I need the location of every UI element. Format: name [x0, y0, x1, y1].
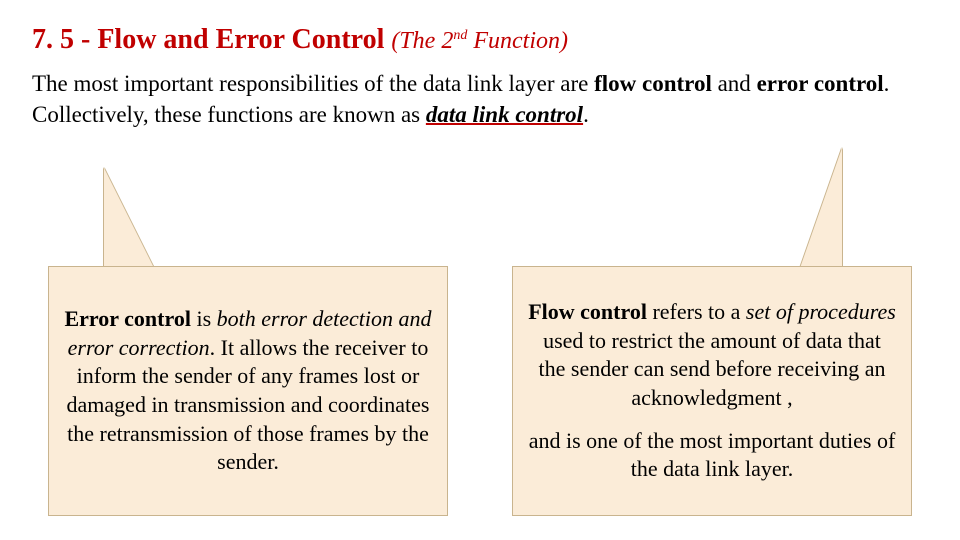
flow-callout: Flow control refers to a set of procedur…: [512, 266, 912, 516]
intro-text-4: .: [583, 102, 589, 127]
subtitle-post: Function): [467, 28, 568, 54]
title-number: 7. 5 -: [32, 24, 90, 55]
title-text: Flow and Error Control: [97, 24, 384, 55]
intro-paragraph: The most important responsibilities of t…: [32, 68, 928, 130]
flow-text-2: and is one of the most important duties …: [527, 427, 897, 484]
flow-t2: used to restrict the amount of data that…: [539, 328, 886, 410]
intro-text-2: and: [712, 71, 757, 96]
subtitle-pre: (The 2: [391, 28, 453, 54]
error-t1: is: [191, 306, 217, 331]
flow-italic: set of procedures: [746, 299, 896, 324]
error-callout: Error control is both error detection an…: [48, 266, 448, 516]
subtitle-sup: nd: [453, 28, 467, 43]
error-box: Error control is both error detection an…: [48, 266, 448, 516]
intro-emphasis: data link control: [426, 102, 583, 127]
error-bold: Error control: [64, 306, 190, 331]
callout-pointer-icon: [104, 168, 154, 268]
slide: 7. 5 - Flow and Error Control (The 2nd F…: [0, 0, 960, 540]
callouts-row: Error control is both error detection an…: [0, 266, 960, 516]
slide-title: 7. 5 - Flow and Error Control (The 2nd F…: [32, 24, 928, 56]
intro-bold-flow: flow control: [594, 71, 712, 96]
intro-text-1: The most important responsibilities of t…: [32, 71, 594, 96]
error-text: Error control is both error detection an…: [63, 305, 433, 477]
intro-bold-error: error control: [757, 71, 884, 96]
flow-bold: Flow control: [528, 299, 647, 324]
callout-pointer-icon: [800, 148, 842, 268]
flow-t1: refers to a: [647, 299, 746, 324]
flow-text-1: Flow control refers to a set of procedur…: [527, 298, 897, 412]
title-subtitle: (The 2nd Function): [391, 28, 568, 54]
flow-box: Flow control refers to a set of procedur…: [512, 266, 912, 516]
